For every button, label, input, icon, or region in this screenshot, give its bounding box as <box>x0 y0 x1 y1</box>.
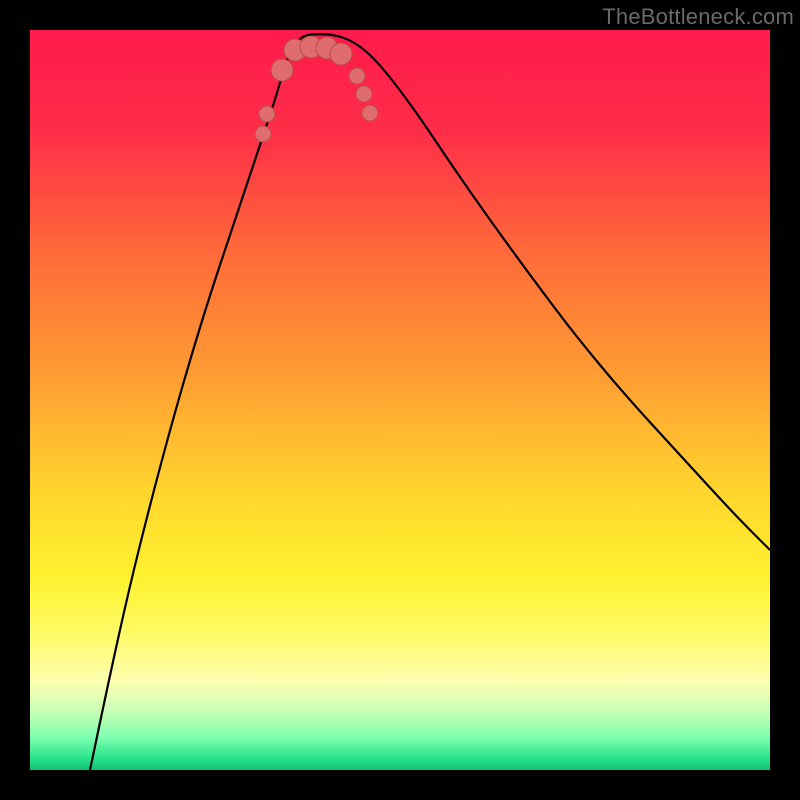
watermark-text: TheBottleneck.com <box>602 4 794 30</box>
plot-area <box>30 30 770 770</box>
valley-marker <box>349 68 365 84</box>
valley-marker <box>330 43 352 65</box>
bottleneck-curve <box>90 34 770 770</box>
valley-marker <box>271 59 293 81</box>
curve-layer <box>30 30 770 770</box>
valley-marker <box>356 86 372 102</box>
valley-marker <box>362 105 378 121</box>
valley-marker <box>259 106 275 122</box>
valley-markers <box>255 36 378 142</box>
chart-frame: TheBottleneck.com <box>0 0 800 800</box>
valley-marker <box>255 126 271 142</box>
